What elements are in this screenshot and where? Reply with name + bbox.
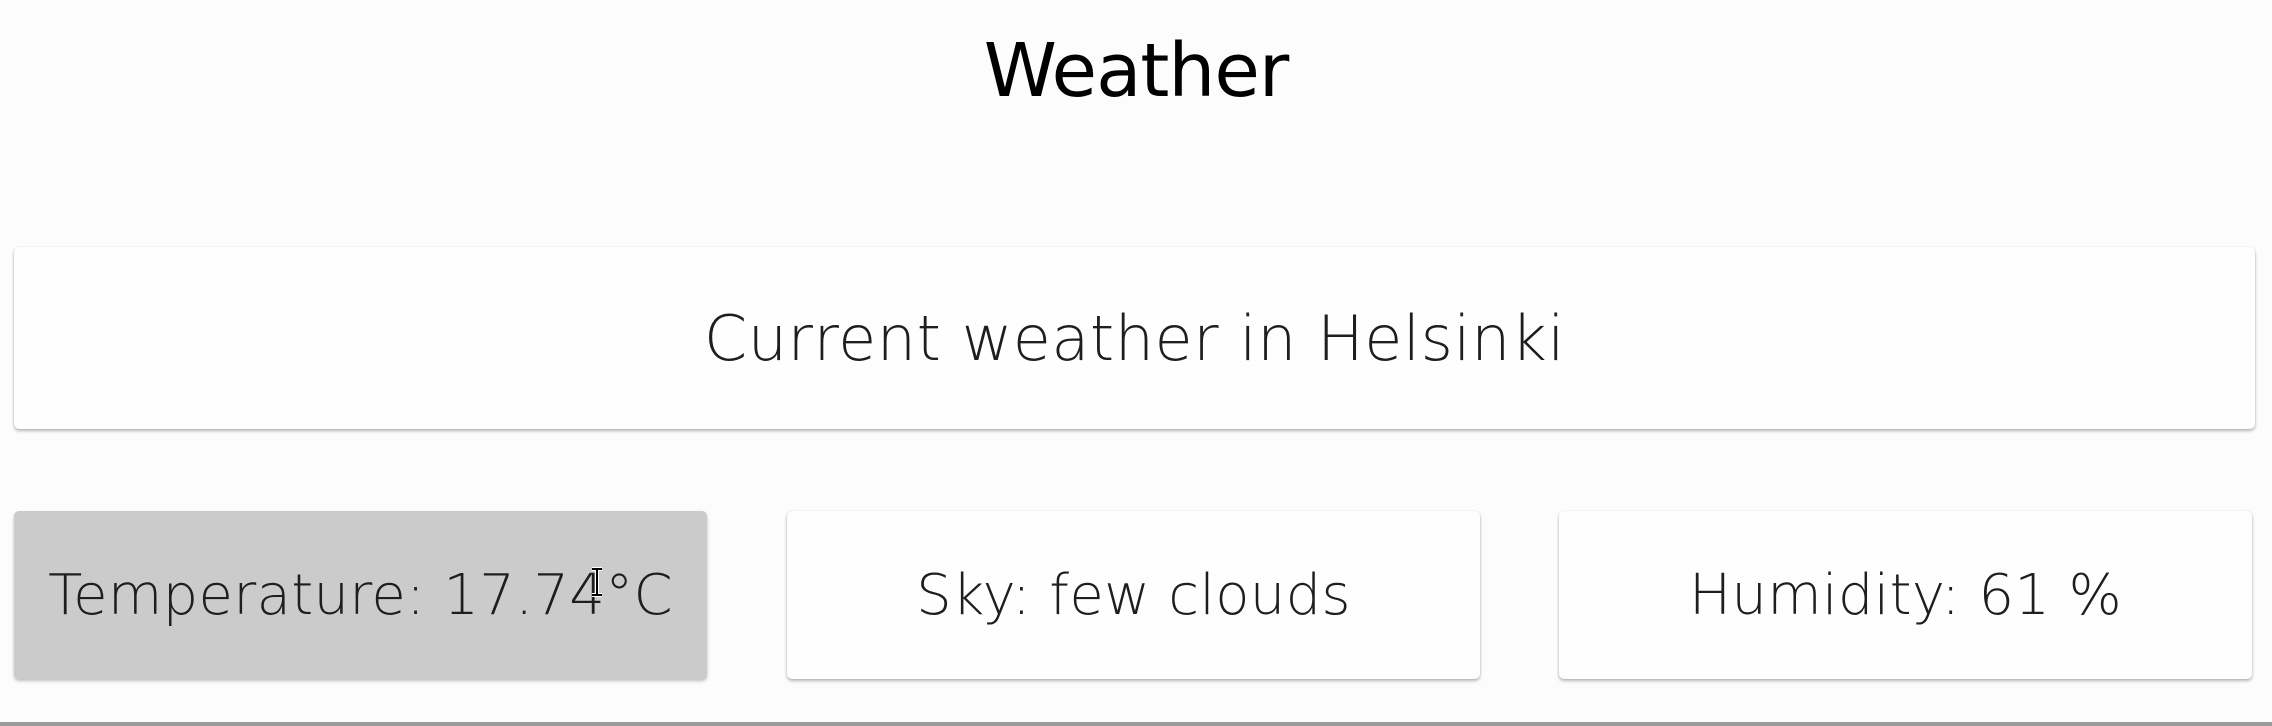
humidity-card[interactable]: Humidity: 61 % <box>1559 511 2252 679</box>
sky-value: Sky: few clouds <box>916 562 1351 628</box>
bottom-border <box>0 722 2272 726</box>
current-weather-card: Current weather in Helsinki <box>14 247 2255 429</box>
text-cursor-icon <box>592 567 602 597</box>
humidity-value: Humidity: 61 % <box>1689 562 2122 628</box>
temperature-value: Temperature: 17.74°C <box>48 562 673 628</box>
sky-card[interactable]: Sky: few clouds <box>787 511 1480 679</box>
page-title: Weather <box>983 28 1290 114</box>
current-weather-heading: Current weather in Helsinki <box>703 301 1566 375</box>
